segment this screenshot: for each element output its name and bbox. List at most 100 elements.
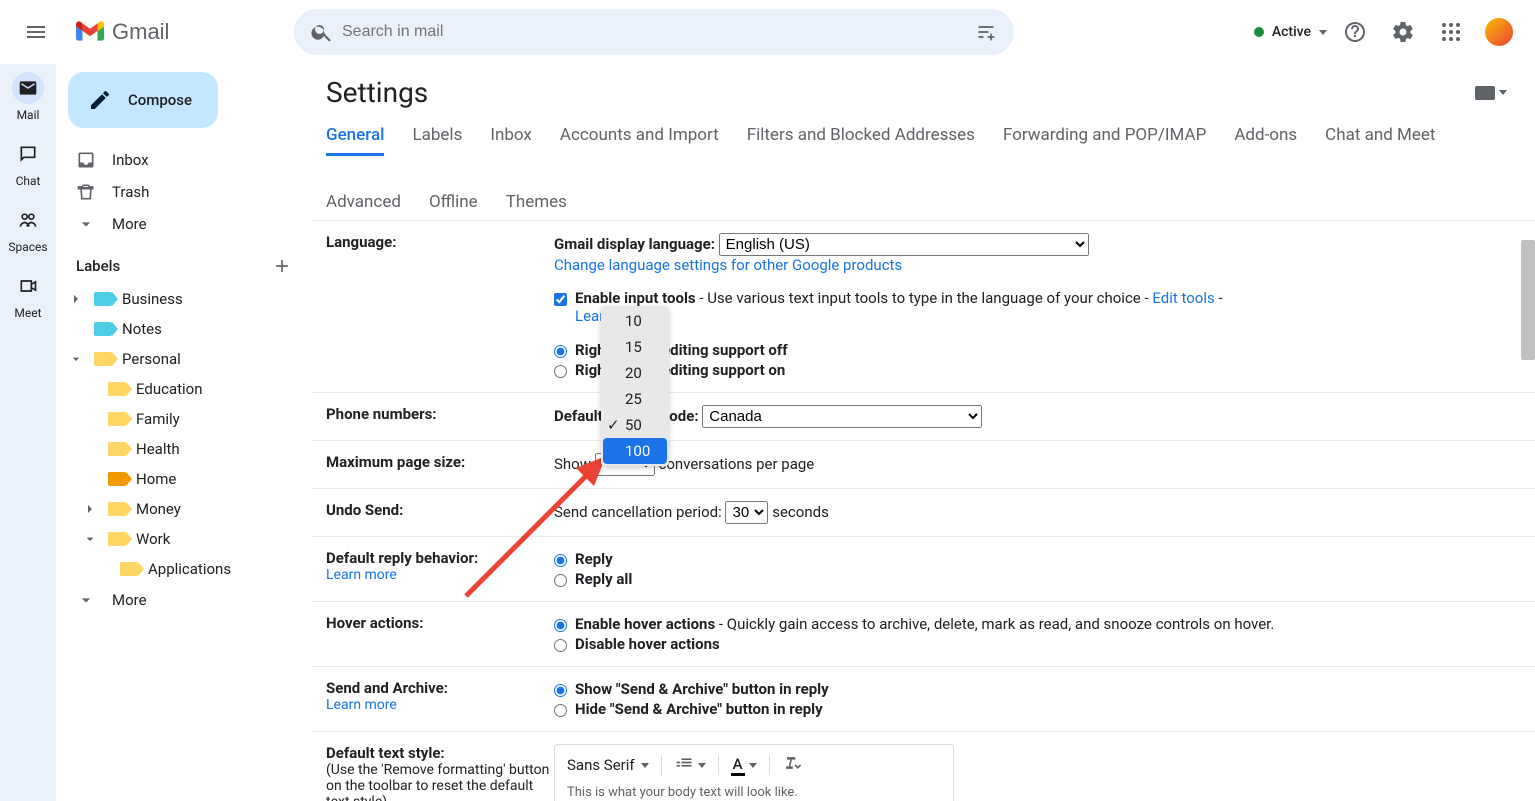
display-language-label: Gmail display language:: [554, 235, 715, 253]
settings-body: Language: Gmail display language: Englis…: [312, 221, 1535, 801]
hover-disable-label: Disable hover actions: [575, 635, 720, 653]
label-text: Money: [136, 500, 181, 518]
dropdown-option-50[interactable]: ✓50: [601, 412, 669, 438]
learn-more-link[interactable]: Learn more: [326, 567, 554, 583]
label-personal[interactable]: Personal: [56, 344, 312, 374]
dropdown-option-20[interactable]: 20: [601, 360, 669, 386]
text-style-preview: This is what your body text will look li…: [567, 785, 941, 800]
rail-meet[interactable]: Meet: [12, 270, 44, 320]
tab-labels[interactable]: Labels: [412, 117, 462, 156]
tab-advanced[interactable]: Advanced: [326, 184, 401, 220]
label-family[interactable]: Family: [56, 404, 312, 434]
chevron-right-icon: [68, 291, 84, 307]
label-text: Education: [136, 380, 203, 398]
keyboard-icon: [1475, 86, 1495, 100]
tab-forwarding[interactable]: Forwarding and POP/IMAP: [1003, 117, 1206, 156]
labels-more[interactable]: More: [56, 584, 312, 616]
reply-all-radio[interactable]: [554, 574, 567, 587]
row-hover: Hover actions: Enable hover actions - Qu…: [312, 602, 1535, 667]
label-color-icon: [108, 442, 126, 456]
tab-offline[interactable]: Offline: [429, 184, 478, 220]
font-selector[interactable]: Sans Serif: [567, 756, 649, 774]
plus-icon[interactable]: [272, 256, 292, 276]
hover-enable-radio[interactable]: [554, 619, 567, 632]
show-sendarchive-radio[interactable]: [554, 684, 567, 697]
undo-select[interactable]: 30: [725, 501, 768, 524]
label-work[interactable]: Work: [56, 524, 312, 554]
main-menu-button[interactable]: [12, 8, 60, 56]
text-size-button[interactable]: [674, 755, 706, 775]
tab-inbox[interactable]: Inbox: [490, 117, 532, 156]
tab-chatmeet[interactable]: Chat and Meet: [1325, 117, 1435, 156]
language-select[interactable]: English (US): [719, 233, 1089, 256]
text-color-button[interactable]: A: [731, 755, 757, 776]
search-options-icon[interactable]: [966, 12, 1006, 52]
row-label: Language:: [326, 233, 554, 380]
search-bar[interactable]: [294, 9, 1014, 55]
learn-more-link[interactable]: Learn more: [326, 697, 554, 713]
search-icon[interactable]: [302, 12, 342, 52]
row-label: Maximum page size:: [326, 453, 554, 476]
enable-tools-text: Enable input tools - Use various text in…: [575, 289, 1223, 325]
account-avatar[interactable]: [1483, 16, 1515, 48]
tab-addons[interactable]: Add-ons: [1234, 117, 1297, 156]
nav-trash[interactable]: Trash: [56, 176, 312, 208]
tab-accounts[interactable]: Accounts and Import: [560, 117, 719, 156]
meet-icon: [18, 276, 38, 296]
change-language-link[interactable]: Change language settings for other Googl…: [554, 256, 902, 274]
hover-disable-radio[interactable]: [554, 639, 567, 652]
apps-button[interactable]: [1431, 12, 1471, 52]
label-health[interactable]: Health: [56, 434, 312, 464]
label-applications[interactable]: Applications: [56, 554, 312, 584]
row-content: Gmail display language: English (US) Cha…: [554, 233, 1521, 380]
nav-more[interactable]: More: [56, 208, 312, 240]
label-notes[interactable]: Notes: [56, 314, 312, 344]
dropdown-option-10[interactable]: 10: [601, 308, 669, 334]
spaces-icon: [18, 210, 38, 230]
enable-input-tools-checkbox[interactable]: [554, 293, 567, 306]
tab-general[interactable]: General: [326, 117, 384, 156]
dropdown-option-15[interactable]: 15: [601, 334, 669, 360]
dropdown-option-100[interactable]: 100: [603, 438, 667, 464]
rail-mail-label: Mail: [17, 108, 40, 122]
labels-header: Labels: [56, 240, 312, 284]
rail-spaces[interactable]: Spaces: [8, 204, 47, 254]
support-button[interactable]: [1335, 12, 1375, 52]
tab-themes[interactable]: Themes: [506, 184, 567, 220]
nav-inbox[interactable]: Inbox: [56, 144, 312, 176]
country-code-select[interactable]: Canada: [702, 405, 982, 428]
rail-mail[interactable]: Mail: [12, 72, 44, 122]
gmail-logo[interactable]: Gmail: [76, 19, 276, 45]
reply-radio[interactable]: [554, 554, 567, 567]
remove-formatting-button[interactable]: [782, 753, 802, 777]
settings-header: Settings: [312, 64, 1535, 117]
label-home[interactable]: Home: [56, 464, 312, 494]
compose-button[interactable]: Compose: [68, 72, 218, 128]
status-chip[interactable]: Active: [1254, 24, 1327, 40]
app-rail: Mail Chat Spaces Meet: [0, 64, 56, 801]
labels-more-label: More: [112, 591, 147, 609]
hide-sendarchive-radio[interactable]: [554, 704, 567, 717]
settings-button[interactable]: [1383, 12, 1423, 52]
caret-down-icon: [749, 763, 757, 768]
tab-filters[interactable]: Filters and Blocked Addresses: [747, 117, 975, 156]
help-icon: [1343, 20, 1367, 44]
row-label: Default reply behavior: Learn more: [326, 549, 554, 589]
dropdown-option-25[interactable]: 25: [601, 386, 669, 412]
vertical-scrollbar[interactable]: [1521, 240, 1535, 360]
label-business[interactable]: Business: [56, 284, 312, 314]
input-tool-indicator[interactable]: [1475, 86, 1507, 100]
settings-pane: Settings General Labels Inbox Accounts a…: [312, 64, 1535, 801]
search-input[interactable]: [342, 23, 966, 41]
label-color-icon: [108, 412, 126, 426]
label-education[interactable]: Education: [56, 374, 312, 404]
label-money[interactable]: Money: [56, 494, 312, 524]
row-label: Undo Send:: [326, 501, 554, 524]
row-label: Send and Archive: Learn more: [326, 679, 554, 719]
rail-chat[interactable]: Chat: [12, 138, 44, 188]
rtl-off-radio[interactable]: [554, 345, 567, 358]
labels-header-text: Labels: [76, 257, 120, 275]
label-color-icon: [94, 352, 112, 366]
rtl-on-radio[interactable]: [554, 365, 567, 378]
edit-tools-link[interactable]: Edit tools: [1152, 289, 1214, 307]
